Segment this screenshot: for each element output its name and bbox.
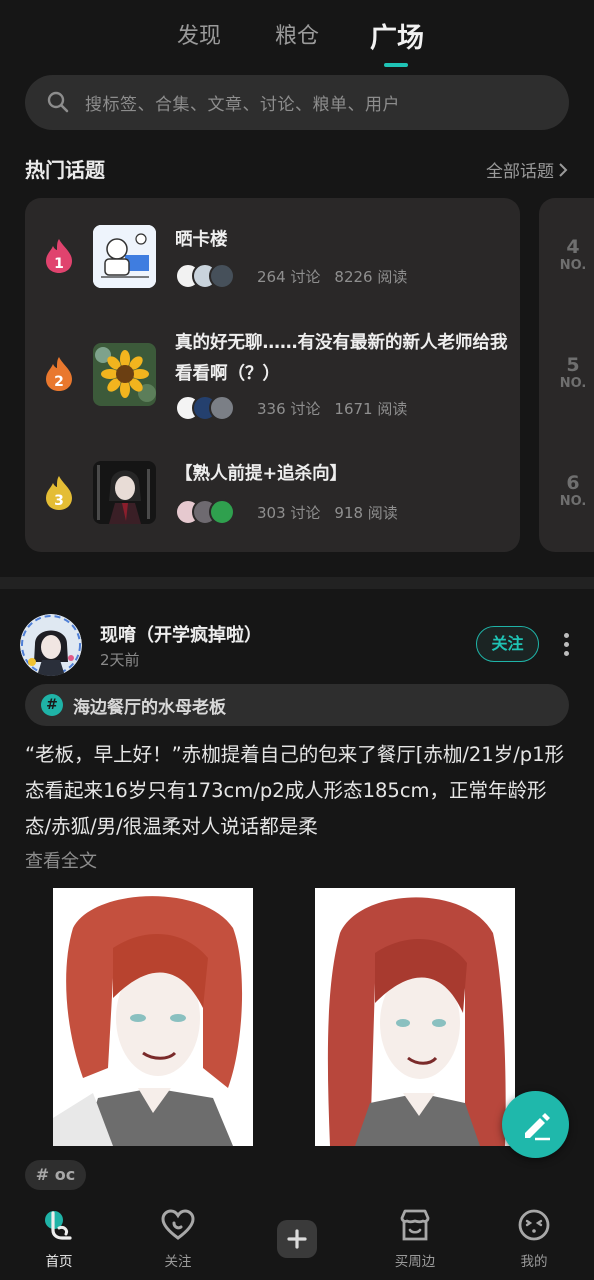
- nav-label: 首页: [45, 1254, 73, 1270]
- rank-number: 4: [566, 236, 580, 258]
- rank-number: 2: [54, 374, 64, 390]
- rank-number: 1: [54, 256, 64, 272]
- all-topics-link[interactable]: 全部话题: [486, 157, 568, 182]
- tab-granary[interactable]: 粮仓: [275, 18, 319, 50]
- search-input[interactable]: 搜标签、合集、文章、讨论、粮单、用户: [25, 75, 569, 130]
- post-tag-label: 海边餐厅的水母老板: [73, 698, 226, 718]
- hashtag-icon: #: [41, 694, 63, 716]
- post-body[interactable]: “老板，早上好！”赤枷提着自己的包来了餐厅[赤枷/21岁/p1形态看起来16岁只…: [25, 737, 570, 845]
- rank-flame-icon: 1: [46, 239, 72, 273]
- topic-title: 晒卡楼: [175, 230, 228, 250]
- rank-no-label: NO.: [559, 376, 587, 391]
- plus-icon: [287, 1229, 307, 1249]
- discussion-count: 264 讨论: [257, 267, 321, 286]
- nav-label: 买周边: [394, 1254, 436, 1270]
- active-tab-indicator: [384, 63, 408, 67]
- rank-flame-icon: 2: [46, 357, 72, 391]
- sunflower-image: [93, 343, 156, 406]
- compose-button[interactable]: [502, 1091, 569, 1158]
- discussion-count: 336 讨论: [257, 399, 321, 418]
- rank-no-label: NO.: [559, 494, 587, 509]
- red-haired-character-image: [315, 888, 515, 1146]
- nav-profile[interactable]: 我的: [494, 1208, 574, 1270]
- participant-avatars: [175, 499, 245, 525]
- create-post-button[interactable]: [277, 1220, 317, 1258]
- topic-row[interactable]: 3 【熟人前提+追杀向】 303 讨论 918 阅读: [25, 443, 520, 552]
- section-divider: [0, 577, 594, 589]
- all-topics-label: 全部话题: [486, 162, 554, 182]
- home-icon: [45, 1211, 72, 1240]
- discussion-count: 303 讨论: [257, 503, 321, 522]
- nav-home[interactable]: 首页: [19, 1208, 99, 1270]
- search-placeholder: 搜标签、合集、文章、讨论、粮单、用户: [85, 95, 400, 115]
- follow-button[interactable]: 关注: [476, 626, 539, 662]
- rank-label: 4 NO.: [539, 236, 594, 273]
- topic-meta: 303 讨论 918 阅读: [175, 498, 398, 526]
- avatar: [209, 499, 235, 525]
- topic-meta: 264 讨论 8226 阅读: [175, 262, 407, 290]
- rank-no-label: NO.: [559, 258, 587, 273]
- avatar: [209, 395, 235, 421]
- topic-meta: 336 讨论 1671 阅读: [175, 394, 407, 422]
- more-options-icon[interactable]: [558, 630, 574, 660]
- red-haired-character-image: [53, 888, 253, 1146]
- post-footer-tag[interactable]: # oc: [25, 1160, 86, 1190]
- bottom-nav: 首页 关注 买周边 我的: [0, 1198, 594, 1280]
- next-topics-card[interactable]: 4 NO. 5 NO. 6 NO.: [539, 198, 594, 552]
- avatar: [209, 263, 235, 289]
- topic-row[interactable]: 1 晒卡楼 264 讨论 8226 阅读: [25, 198, 520, 318]
- topic-title: 【熟人前提+追杀向】: [175, 464, 348, 484]
- top-tabs: 发现 粮仓 广场: [0, 0, 594, 72]
- topic-title: 真的好无聊……有没有最新的新人老师给我看看啊（？）: [175, 333, 508, 384]
- character-art-image: [93, 461, 156, 524]
- tab-discover[interactable]: 发现: [177, 18, 221, 50]
- chevron-right-icon: [559, 162, 568, 177]
- rank-label: 5 NO.: [539, 354, 594, 391]
- read-count: 918 阅读: [334, 503, 398, 522]
- read-count: 1671 阅读: [334, 399, 408, 418]
- doodle-image: [93, 225, 156, 288]
- hot-topics-title: 热门话题: [25, 158, 105, 182]
- rank-flame-icon: 3: [46, 476, 72, 510]
- read-more-link[interactable]: 查看全文: [25, 847, 97, 873]
- user-avatar-image: [20, 614, 82, 676]
- hot-topics-card: 1 晒卡楼 264 讨论 8226 阅读 2 真的好无聊……有没有最新的新人老师…: [25, 198, 520, 552]
- nav-shop[interactable]: 买周边: [375, 1208, 455, 1270]
- post-time: 2天前: [100, 651, 140, 669]
- post-image[interactable]: [315, 888, 515, 1146]
- read-count: 8226 阅读: [334, 267, 408, 286]
- search-icon: [47, 91, 69, 113]
- participant-avatars: [175, 395, 245, 421]
- rank-label: 6 NO.: [539, 472, 594, 509]
- profile-icon: [518, 1209, 550, 1241]
- nav-label: 我的: [520, 1254, 548, 1270]
- post-username[interactable]: 现唷（开学疯掉啦）: [100, 621, 262, 647]
- topic-thumbnail: [93, 225, 156, 288]
- rank-number: 3: [54, 493, 64, 509]
- nav-label: 关注: [164, 1254, 192, 1270]
- topic-thumbnail: [93, 343, 156, 406]
- nav-follow[interactable]: 关注: [138, 1208, 218, 1270]
- participant-avatars: [175, 263, 245, 289]
- pen-icon: [525, 1113, 550, 1141]
- heart-icon: [161, 1209, 195, 1240]
- rank-number: 6: [566, 472, 580, 494]
- rank-number: 5: [566, 354, 580, 376]
- tab-square[interactable]: 广场: [370, 16, 424, 55]
- post-tag[interactable]: # 海边餐厅的水母老板: [25, 684, 569, 726]
- post-image[interactable]: [53, 888, 253, 1146]
- avatar[interactable]: [20, 614, 82, 676]
- topic-row[interactable]: 2 真的好无聊……有没有最新的新人老师给我看看啊（？） 336 讨论 1671 …: [25, 318, 520, 443]
- shop-icon: [400, 1209, 430, 1241]
- topic-thumbnail: [93, 461, 156, 524]
